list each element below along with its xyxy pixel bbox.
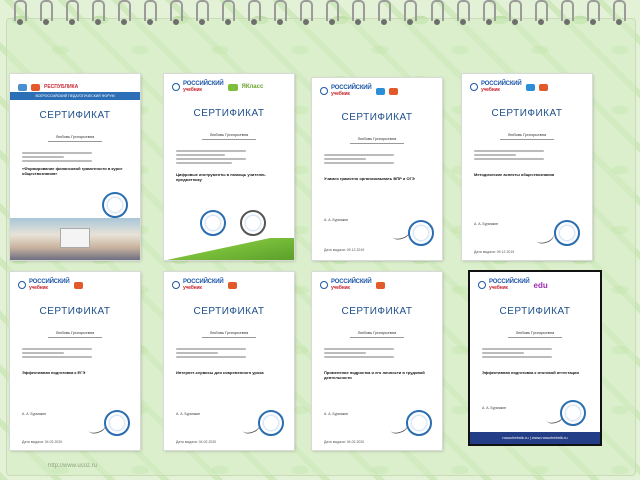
watermark-url: http://www.ucoz.ru xyxy=(48,463,98,469)
certificate-topic: Цифровые инструменты в помощь учителю-пр… xyxy=(176,172,266,182)
green-stripe xyxy=(164,238,294,260)
certificate-seal-2 xyxy=(240,210,266,236)
certificate-title: СЕРТИФИКАТ xyxy=(341,306,413,317)
certificate-logos: РОССИЙСКИЙ учебник xyxy=(320,279,434,291)
certificate-logos: РЕСПУБЛИКА xyxy=(18,82,132,92)
certificate-recipient: Любовь Григорьевна xyxy=(55,330,95,335)
certificate-seal xyxy=(408,220,434,246)
certificate-title: СЕРТИФИКАТ xyxy=(39,306,111,317)
certificate-recipient: Любовь Григорьевна xyxy=(209,330,249,335)
certificate-title: СЕРТИФИКАТ xyxy=(39,110,111,121)
certificate-topic: Эффективная подготовка к итоговой аттест… xyxy=(482,370,579,375)
certificate-topic: «Формирование финансовой грамотности в к… xyxy=(22,166,123,176)
certificate-recipient: Любовь Григорьевна xyxy=(209,132,249,137)
certificate-title: СЕРТИФИКАТ xyxy=(499,306,571,317)
certificate-logos: РОССИЙСКИЙ учебник xyxy=(320,85,434,97)
certificate-topic: Применение подростка и его личности в тр… xyxy=(324,370,425,380)
certificate-7[interactable]: РОССИЙСКИЙ учебник СЕРТИФИКАТ Любовь Григ… xyxy=(312,272,442,450)
certificate-logos: РОССИЙСКИЙ учебник ЯКласс xyxy=(172,81,286,93)
certificate-seal xyxy=(554,220,580,246)
certificate-topic: Методические аспекты обществознания xyxy=(474,172,555,177)
certificate-seal xyxy=(200,210,226,236)
audience-photo xyxy=(10,218,140,260)
certificate-recipient: Любовь Григорьевна xyxy=(357,136,397,141)
certificate-title: СЕРТИФИКАТ xyxy=(341,112,413,123)
certificate-4[interactable]: РОССИЙСКИЙ учебник СЕРТИФИКАТ Любовь Григ… xyxy=(462,74,592,260)
certificate-logos: РОССИЙСКИЙ учебник edu xyxy=(478,279,592,291)
certificate-topic: Интернет-сервисы для современного урока xyxy=(176,370,264,375)
certificate-seal xyxy=(406,410,432,436)
certificate-8[interactable]: РОССИЙСКИЙ учебник edu СЕРТИФИКАТ Любовь … xyxy=(470,272,600,444)
certificate-topic: Эффективная подготовка к ЕГЭ xyxy=(22,370,86,375)
certificate-title: СЕРТИФИКАТ xyxy=(491,108,563,119)
certificate-seal xyxy=(104,410,130,436)
certificate-logos: РОССИЙСКИЙ учебник xyxy=(18,279,132,291)
certificate-logos: РОССИЙСКИЙ учебник xyxy=(470,81,584,93)
certificate-title: СЕРТИФИКАТ xyxy=(193,108,265,119)
certificate-5[interactable]: РОССИЙСКИЙ учебник СЕРТИФИКАТ Любовь Григ… xyxy=(10,272,140,450)
certificate-banner: ВСЕРОССИЙСКИЙ ПЕДАГОГИЧЕСКИЙ ФОРУМ xyxy=(10,92,140,100)
certificate-recipient: Любовь Григорьевна xyxy=(357,330,397,335)
certificate-title: СЕРТИФИКАТ xyxy=(193,306,265,317)
certificate-seal xyxy=(560,400,586,426)
certificate-2[interactable]: РОССИЙСКИЙ учебник ЯКласс СЕРТИФИКАТ Любо… xyxy=(164,74,294,260)
certificate-recipient: Любовь Григорьевна xyxy=(55,134,95,139)
certificate-topic: Учимся грамотно организовывать ВПР и ОГЭ xyxy=(324,176,415,181)
certificate-3[interactable]: РОССИЙСКИЙ учебник СЕРТИФИКАТ Любовь Григ… xyxy=(312,78,442,260)
certificate-seal xyxy=(102,192,128,218)
certificate-recipient: Любовь Григорьевна xyxy=(515,330,555,335)
spiral-binding xyxy=(14,0,626,25)
certificate-logos: РОССИЙСКИЙ учебник xyxy=(172,279,286,291)
certificate-seal xyxy=(258,410,284,436)
certificate-1[interactable]: РЕСПУБЛИКА ВСЕРОССИЙСКИЙ ПЕДАГОГИЧЕСКИЙ … xyxy=(10,74,140,260)
certificate-footer: rosuchebnik.ru | www.rosuchebnik.ru xyxy=(470,432,600,444)
certificate-recipient: Любовь Григорьевна xyxy=(507,132,547,137)
certificate-6[interactable]: РОССИЙСКИЙ учебник СЕРТИФИКАТ Любовь Григ… xyxy=(164,272,294,450)
